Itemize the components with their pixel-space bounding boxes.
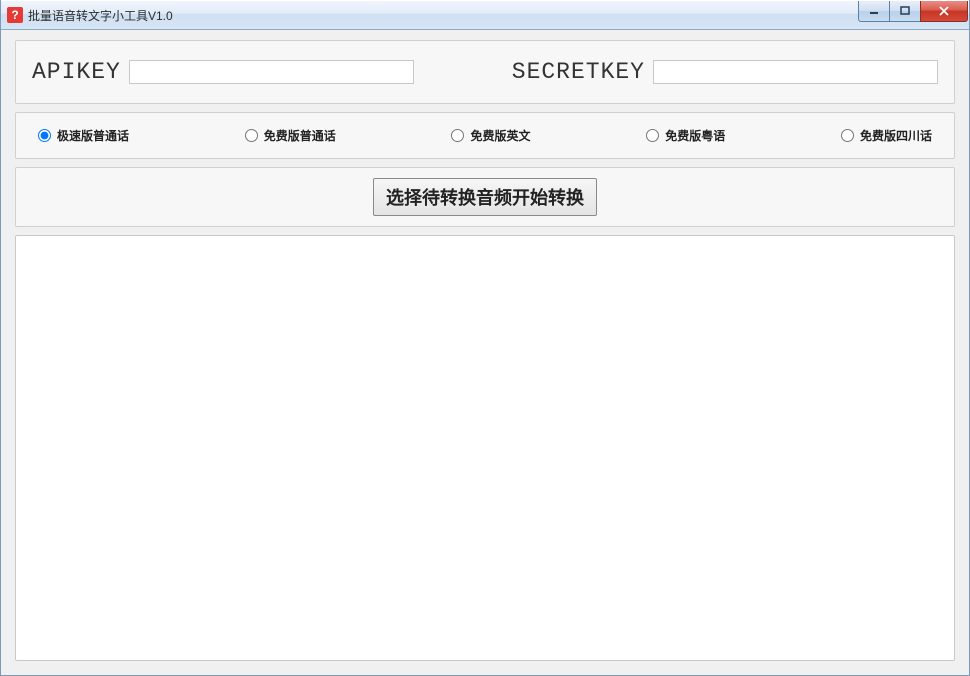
- app-icon: ?: [7, 7, 23, 23]
- titlebar[interactable]: ? 批量语音转文字小工具V1.0: [1, 0, 969, 30]
- radio-label: 免费版普通话: [264, 127, 336, 144]
- radio-label: 极速版普通话: [57, 127, 129, 144]
- radio-option-free-english[interactable]: 免费版英文: [451, 127, 530, 144]
- radio-option-free-sichuanese[interactable]: 免费版四川话: [841, 127, 932, 144]
- close-button[interactable]: [920, 1, 968, 22]
- client-area: APIKEY SECRETKEY 极速版普通话 免费版普通话 免费版英文 免费版…: [1, 30, 969, 675]
- api-keys-panel: APIKEY SECRETKEY: [15, 40, 955, 104]
- app-icon-glyph: ?: [11, 9, 18, 21]
- output-textarea[interactable]: [15, 235, 955, 661]
- radio-option-fast-mandarin[interactable]: 极速版普通话: [38, 127, 129, 144]
- close-icon: [938, 6, 950, 16]
- minimize-button[interactable]: [858, 1, 890, 22]
- language-options-panel: 极速版普通话 免费版普通话 免费版英文 免费版粤语 免费版四川话: [15, 112, 955, 159]
- radio-input[interactable]: [38, 129, 51, 142]
- minimize-icon: [869, 6, 879, 16]
- window-controls: [859, 1, 969, 21]
- window-title: 批量语音转文字小工具V1.0: [28, 7, 173, 24]
- maximize-icon: [900, 6, 910, 16]
- action-panel: 选择待转换音频开始转换: [15, 167, 955, 227]
- radio-label: 免费版粤语: [665, 127, 725, 144]
- select-audio-and-convert-button[interactable]: 选择待转换音频开始转换: [373, 178, 597, 216]
- maximize-button[interactable]: [889, 1, 921, 22]
- radio-option-free-cantonese[interactable]: 免费版粤语: [646, 127, 725, 144]
- app-window: ? 批量语音转文字小工具V1.0 APIKEY: [0, 0, 970, 676]
- radio-input[interactable]: [646, 129, 659, 142]
- radio-input[interactable]: [841, 129, 854, 142]
- radio-label: 免费版四川话: [860, 127, 932, 144]
- radio-input[interactable]: [451, 129, 464, 142]
- apikey-field[interactable]: [129, 60, 414, 84]
- radio-label: 免费版英文: [470, 127, 530, 144]
- apikey-label: APIKEY: [32, 59, 121, 85]
- radio-option-free-mandarin[interactable]: 免费版普通话: [245, 127, 336, 144]
- secretkey-field[interactable]: [653, 60, 938, 84]
- secretkey-label: SECRETKEY: [512, 59, 645, 85]
- radio-input[interactable]: [245, 129, 258, 142]
